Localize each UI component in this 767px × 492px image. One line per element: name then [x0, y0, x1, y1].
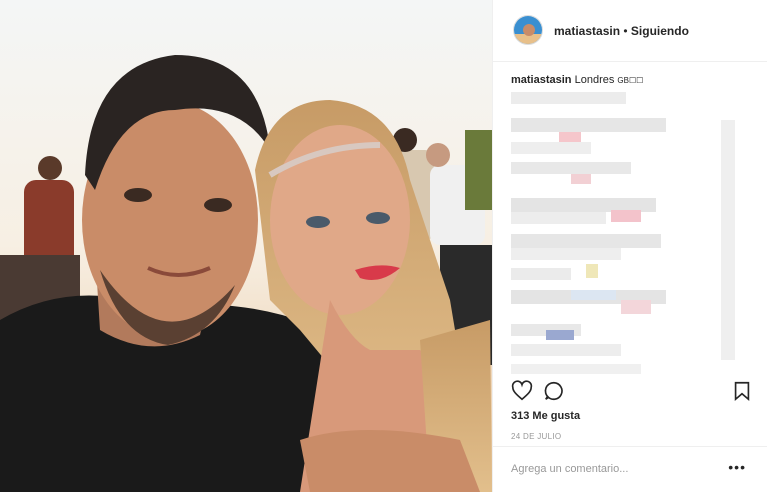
- header-separator: •: [620, 24, 631, 38]
- likes-count[interactable]: 313 Me gusta: [511, 410, 580, 422]
- header-text: matiastasin • Siguiendo: [554, 24, 689, 38]
- username-link[interactable]: matiastasin: [554, 24, 620, 38]
- post-date: 24 DE JULIO: [511, 432, 562, 441]
- caption-username[interactable]: matiastasin: [511, 74, 572, 86]
- bookmark-icon[interactable]: [731, 380, 753, 407]
- post-photo[interactable]: [0, 0, 492, 492]
- caption: matiastasin Londres GB☐☐: [511, 74, 643, 86]
- caption-text: Londres: [574, 74, 615, 86]
- comment-icon[interactable]: [543, 380, 565, 407]
- post-sidebar: matiastasin • Siguiendo matiastasin Lond…: [492, 0, 767, 492]
- comment-input[interactable]: Agrega un comentario...: [511, 463, 628, 475]
- comment-bar: Agrega un comentario... •••: [493, 446, 767, 492]
- avatar-image: [514, 16, 542, 44]
- post-header: matiastasin • Siguiendo: [493, 0, 767, 62]
- more-options-icon[interactable]: •••: [728, 459, 746, 475]
- heart-icon[interactable]: [511, 380, 533, 407]
- avatar[interactable]: [513, 15, 543, 45]
- caption-emoji: GB☐☐: [617, 76, 644, 85]
- action-bar: [509, 380, 753, 404]
- follow-status-button[interactable]: Siguiendo: [631, 24, 689, 38]
- selfie-photo: [0, 0, 492, 492]
- pixelated-comments: [511, 92, 735, 374]
